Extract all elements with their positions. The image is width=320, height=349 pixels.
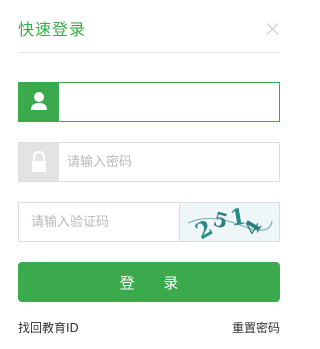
- dialog-header: 快速登录: [18, 0, 280, 53]
- lock-icon: [19, 143, 59, 181]
- login-button[interactable]: 登 录: [18, 262, 280, 302]
- reset-password-link[interactable]: 重置密码: [232, 319, 280, 336]
- user-icon: [19, 83, 59, 121]
- password-field[interactable]: [18, 142, 280, 182]
- captcha-field[interactable]: [18, 202, 179, 242]
- username-field[interactable]: [18, 82, 280, 122]
- captcha-input[interactable]: [31, 203, 171, 241]
- find-id-link[interactable]: 找回教育ID: [18, 319, 79, 336]
- captcha-image[interactable]: 2 5 1 4: [179, 202, 280, 242]
- close-icon[interactable]: [266, 22, 280, 36]
- captcha-row: 2 5 1 4: [18, 202, 280, 242]
- svg-text:5: 5: [211, 207, 231, 234]
- dialog-title: 快速登录: [18, 20, 87, 39]
- svg-text:4: 4: [239, 215, 267, 239]
- username-input[interactable]: [67, 83, 272, 121]
- password-input[interactable]: [67, 143, 272, 181]
